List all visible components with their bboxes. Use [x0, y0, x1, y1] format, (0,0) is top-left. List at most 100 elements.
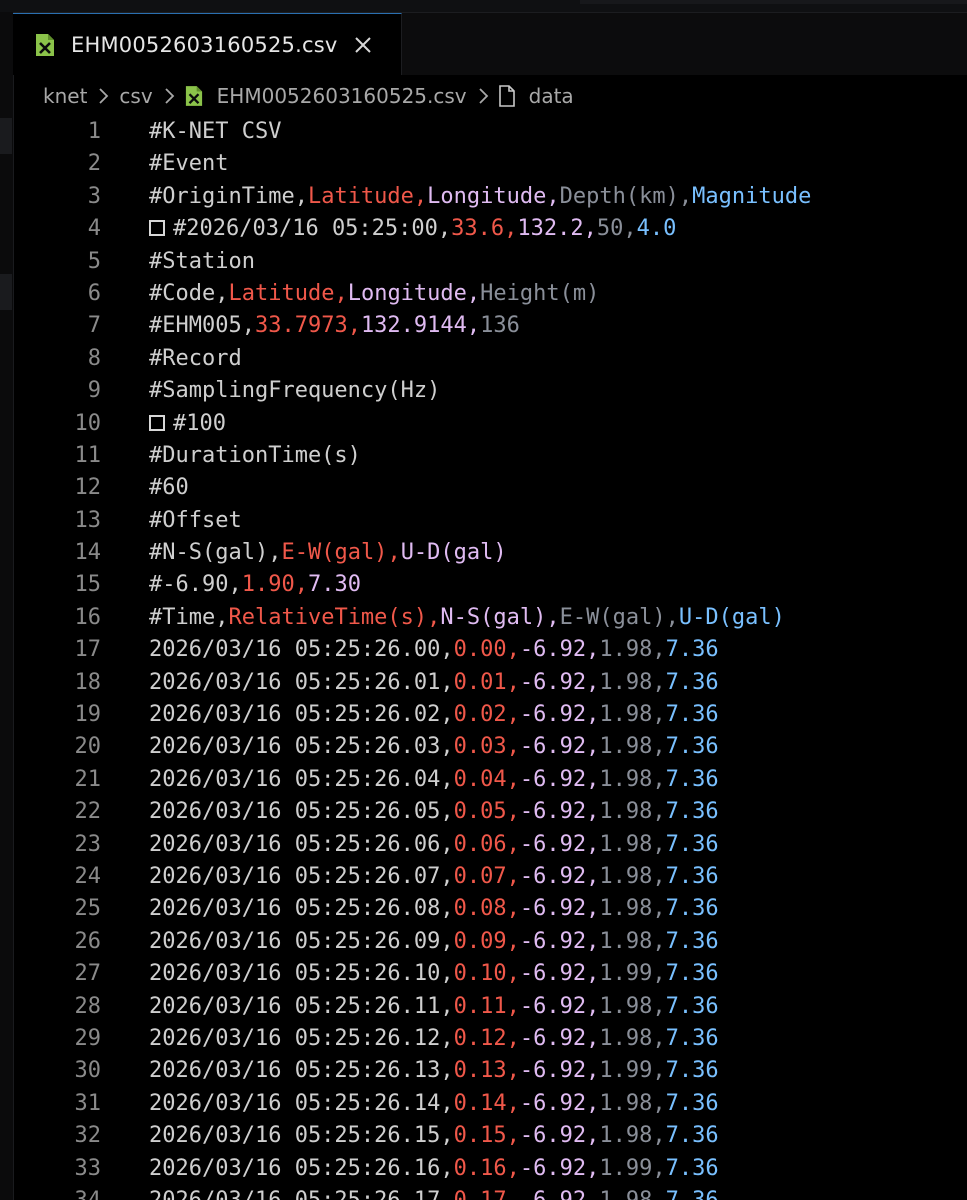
csv-file-icon	[35, 33, 55, 57]
csv-cell: 2026/03/16 05:25:26.14	[149, 1090, 441, 1116]
code-line[interactable]: 12 #60	[13, 472, 967, 504]
code-line[interactable]: 24 2026/03/16 05:25:26.07,0.07,-6.92,1.98…	[13, 861, 967, 893]
breadcrumb-item-knet[interactable]: knet	[43, 84, 87, 108]
csv-separator: ,	[586, 702, 600, 728]
csv-separator: ,	[440, 799, 454, 825]
code-line[interactable]: 7 #EHM005,33.7973,132.9144,136	[13, 310, 967, 342]
csv-cell: U-D(gal)	[400, 540, 507, 566]
line-content: #Offset	[149, 505, 242, 537]
code-line[interactable]: 2 #Event	[13, 148, 967, 180]
csv-cell: 7.36	[665, 831, 719, 857]
csv-cell: #Record	[149, 345, 242, 371]
csv-cell: 1.98	[599, 637, 653, 663]
title-strip	[0, 0, 967, 13]
csv-separator: ,	[586, 831, 600, 857]
code-line[interactable]: 19 2026/03/16 05:25:26.02,0.02,-6.92,1.98…	[13, 699, 967, 731]
breadcrumb-item-file[interactable]: EHM0052603160525.csv	[217, 84, 467, 108]
code-line[interactable]: 16 #Time,RelativeTime(s),N-S(gal),E-W(gal…	[13, 602, 967, 634]
csv-cell: -6.92	[519, 928, 587, 954]
csv-cell: Height(m)	[480, 280, 600, 306]
code-line[interactable]: 13 #Offset	[13, 505, 967, 537]
code-line[interactable]: 30 2026/03/16 05:25:26.13,0.13,-6.92,1.99…	[13, 1055, 967, 1087]
csv-cell: #DurationTime(s)	[149, 442, 361, 468]
tab-csv-file[interactable]: EHM0052603160525.csv	[13, 13, 402, 75]
csv-cell: 2026/03/16 05:25:26.08	[149, 896, 441, 922]
line-content: 2026/03/16 05:25:26.09,0.09,-6.92,1.98,7…	[149, 926, 719, 958]
csv-cell: 2026/03/16 05:25:26.12	[149, 1025, 441, 1051]
csv-cell: -6.92	[519, 863, 587, 889]
line-number: 24	[74, 863, 102, 889]
csv-cell: 1.98	[599, 799, 653, 825]
code-line[interactable]: 6 #Code,Latitude,Longitude,Height(m)	[13, 278, 967, 310]
csv-cell: -6.92	[519, 1058, 587, 1084]
code-line[interactable]: 15 #-6.90,1.90,7.30	[13, 569, 967, 601]
chevron-right-icon	[93, 86, 113, 106]
code-line[interactable]: 23 2026/03/16 05:25:26.06,0.06,-6.92,1.98…	[13, 829, 967, 861]
csv-cell: #Offset	[149, 507, 242, 533]
csv-cell: 0.03	[453, 734, 507, 760]
code-line[interactable]: 8 #Record	[13, 343, 967, 375]
code-line[interactable]: 14 #N-S(gal),E-W(gal),U-D(gal)	[13, 537, 967, 569]
code-line[interactable]: 10 #100	[13, 408, 967, 440]
code-line[interactable]: 21 2026/03/16 05:25:26.04,0.04,-6.92,1.98…	[13, 764, 967, 796]
code-line[interactable]: 17 2026/03/16 05:25:26.00,0.00,-6.92,1.98…	[13, 634, 967, 666]
csv-cell: 1.90	[241, 572, 295, 598]
code-line[interactable]: 18 2026/03/16 05:25:26.01,0.01,-6.92,1.98…	[13, 667, 967, 699]
csv-separator: ,	[506, 863, 520, 889]
csv-cell: -6.92	[519, 637, 587, 663]
csv-separator: ,	[347, 313, 361, 339]
code-line[interactable]: 4 #2026/03/16 05:25:00,33.6,132.2,50,4.0	[13, 213, 967, 245]
code-line[interactable]: 32 2026/03/16 05:25:26.15,0.15,-6.92,1.98…	[13, 1120, 967, 1152]
line-number: 17	[74, 637, 102, 663]
csv-separator: ,	[652, 637, 666, 663]
code-line[interactable]: 1 #K-NET CSV	[13, 116, 967, 148]
line-content: 2026/03/16 05:25:26.04,0.04,-6.92,1.98,7…	[149, 764, 719, 796]
csv-separator: ,	[427, 604, 441, 630]
csv-cell: 0.17	[454, 1188, 507, 1200]
csv-file-icon	[185, 85, 203, 107]
csv-cell: Latitude	[307, 183, 414, 209]
control-character-icon	[149, 414, 165, 431]
csv-cell: -6.92	[519, 961, 587, 987]
csv-separator: ,	[440, 896, 454, 922]
csv-separator: ,	[586, 1058, 600, 1084]
csv-cell: 7.36	[665, 1090, 719, 1116]
code-line[interactable]: 27 2026/03/16 05:25:26.10,0.10,-6.92,1.99…	[13, 958, 967, 990]
code-line[interactable]: 28 2026/03/16 05:25:26.11,0.11,-6.92,1.98…	[13, 991, 967, 1023]
breadcrumb: knet csv EHM0052603160525.csv data	[43, 78, 574, 114]
code-line[interactable]: 29 2026/03/16 05:25:26.12,0.12,-6.92,1.98…	[13, 1023, 967, 1055]
code-line[interactable]: 25 2026/03/16 05:25:26.08,0.08,-6.92,1.98…	[13, 893, 967, 925]
csv-separator: ,	[652, 1025, 666, 1051]
csv-separator: ,	[583, 216, 597, 242]
csv-cell: Latitude	[228, 280, 335, 306]
line-number: 4	[87, 216, 101, 242]
code-line[interactable]: 5 #Station	[13, 246, 967, 278]
code-line[interactable]: 20 2026/03/16 05:25:26.03,0.03,-6.92,1.98…	[13, 731, 967, 763]
code-line[interactable]: 342026/03/16 05:25:26.17,0.17,-6.92,1.98…	[13, 1185, 967, 1200]
code-editor[interactable]: 1 #K-NET CSV 2 #Event 3 #OriginTime,Latitude,…	[13, 116, 967, 1200]
csv-cell: #Station	[149, 248, 255, 274]
line-content: #N-S(gal),E-W(gal),U-D(gal)	[149, 537, 507, 569]
csv-separator: ,	[586, 1025, 600, 1051]
breadcrumb-item-csv[interactable]: csv	[119, 84, 152, 108]
csv-cell: 1.99	[599, 1058, 653, 1084]
code-line[interactable]: 31 2026/03/16 05:25:26.14,0.14,-6.92,1.98…	[13, 1088, 967, 1120]
breadcrumb-item-data[interactable]: data	[529, 84, 574, 108]
line-number: 26	[74, 928, 102, 954]
code-line[interactable]: 11 #DurationTime(s)	[13, 440, 967, 472]
close-icon[interactable]	[353, 35, 373, 55]
line-content: #Time,RelativeTime(s),N-S(gal),E-W(gal),…	[149, 602, 785, 634]
csv-separator: ,	[586, 734, 600, 760]
code-line[interactable]: 33 2026/03/16 05:25:26.16,0.16,-6.92,1.99…	[13, 1153, 967, 1185]
activity-bar-marker	[0, 274, 12, 310]
csv-cell: 2026/03/16 05:25:26.13	[149, 1058, 441, 1084]
tab-bar: EHM0052603160525.csv	[13, 13, 967, 75]
code-line[interactable]: 22 2026/03/16 05:25:26.05,0.05,-6.92,1.98…	[13, 796, 967, 828]
code-line[interactable]: 3 #OriginTime,Latitude,Longitude,Depth(km…	[13, 181, 967, 213]
code-line[interactable]: 26 2026/03/16 05:25:26.09,0.09,-6.92,1.98…	[13, 926, 967, 958]
code-line[interactable]: 9 #SamplingFrequency(Hz)	[13, 375, 967, 407]
csv-cell: 7.36	[665, 734, 719, 760]
csv-cell: 7.36	[665, 1058, 719, 1084]
csv-separator: ,	[440, 1188, 453, 1200]
csv-separator: ,	[586, 669, 600, 695]
